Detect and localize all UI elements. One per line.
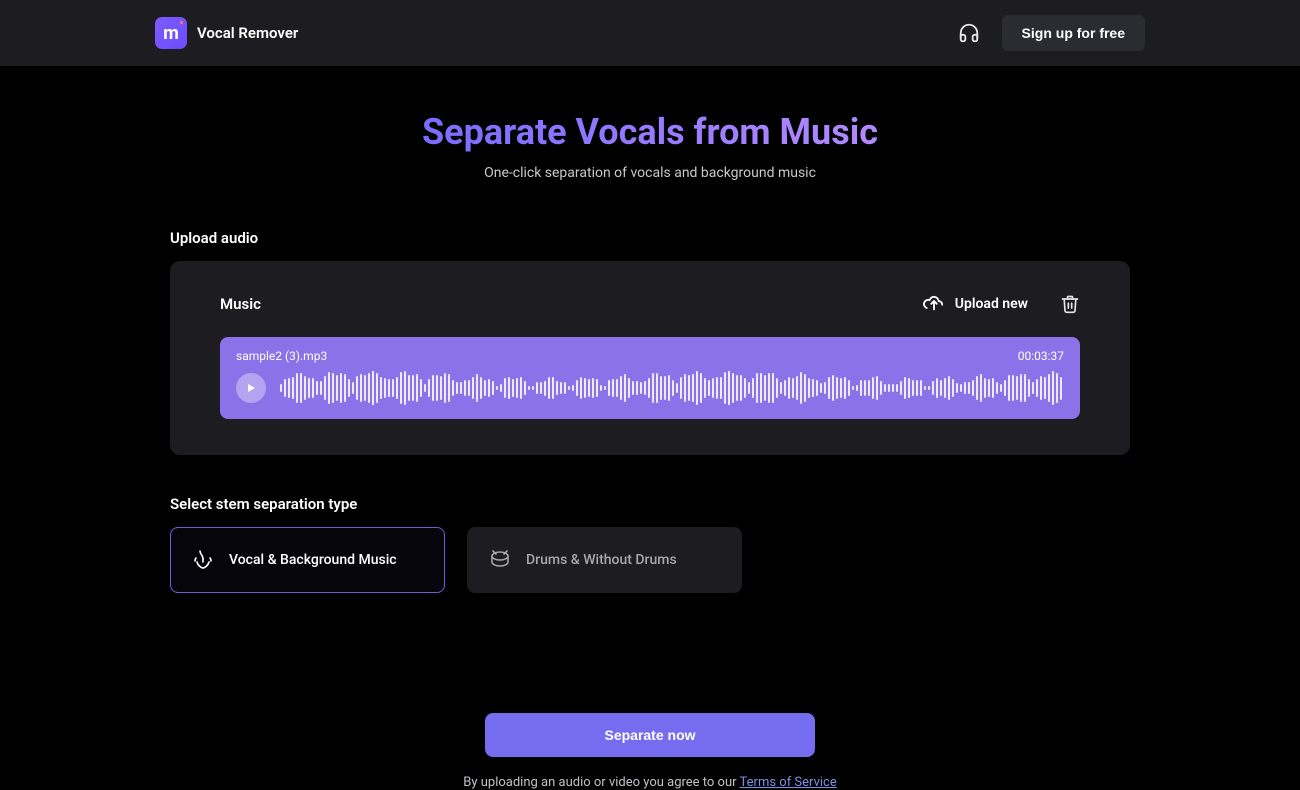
tos-link[interactable]: Terms of Service [740,775,837,790]
upload-card-header: Music Upload new [220,291,1080,317]
header-left: m Vocal Remover [155,17,298,49]
tos-text: By uploading an audio or video you agree… [170,775,1130,790]
drums-icon [488,548,512,572]
upload-card: Music Upload new sample2 (3).mp3 00:03:3… [170,261,1130,455]
play-button[interactable] [236,373,266,403]
vocal-icon [191,548,215,572]
audio-player: sample2 (3).mp3 00:03:37 [220,337,1080,419]
bottom-cta: Separate now By uploading an audio or vi… [170,713,1130,790]
page-subtitle: One-click separation of vocals and backg… [170,165,1130,181]
stem-option-vocal[interactable]: Vocal & Background Music [170,527,445,593]
signup-button[interactable]: Sign up for free [1002,15,1145,51]
audio-filename: sample2 (3).mp3 [236,349,327,363]
upload-section-label: Upload audio [170,229,1130,247]
stem-option-label: Drums & Without Drums [526,552,677,568]
headphones-icon[interactable] [958,22,980,44]
stem-option-drums[interactable]: Drums & Without Drums [467,527,742,593]
app-title: Vocal Remover [197,24,298,42]
separate-button[interactable]: Separate now [485,713,815,757]
stem-section-label: Select stem separation type [170,495,1130,513]
header-right: Sign up for free [958,15,1145,51]
audio-duration: 00:03:37 [1018,349,1064,363]
upload-new-button[interactable]: Upload new [923,291,1028,317]
upload-panel-label: Music [220,295,261,313]
stem-options: Vocal & Background Music Drums & Without… [170,527,1130,593]
tos-prefix: By uploading an audio or video you agree… [463,775,739,790]
app-logo[interactable]: m [155,17,187,49]
page-title: Separate Vocals from Music [422,111,878,153]
main: Separate Vocals from Music One-click sep… [0,111,1300,790]
upload-actions: Upload new [923,291,1080,317]
stem-option-label: Vocal & Background Music [229,552,397,568]
waveform[interactable] [280,371,1064,405]
delete-button[interactable] [1060,294,1080,314]
header: m Vocal Remover Sign up for free [0,0,1300,66]
upload-new-label: Upload new [955,296,1028,312]
hero: Separate Vocals from Music One-click sep… [170,111,1130,181]
upload-icon [923,291,945,317]
